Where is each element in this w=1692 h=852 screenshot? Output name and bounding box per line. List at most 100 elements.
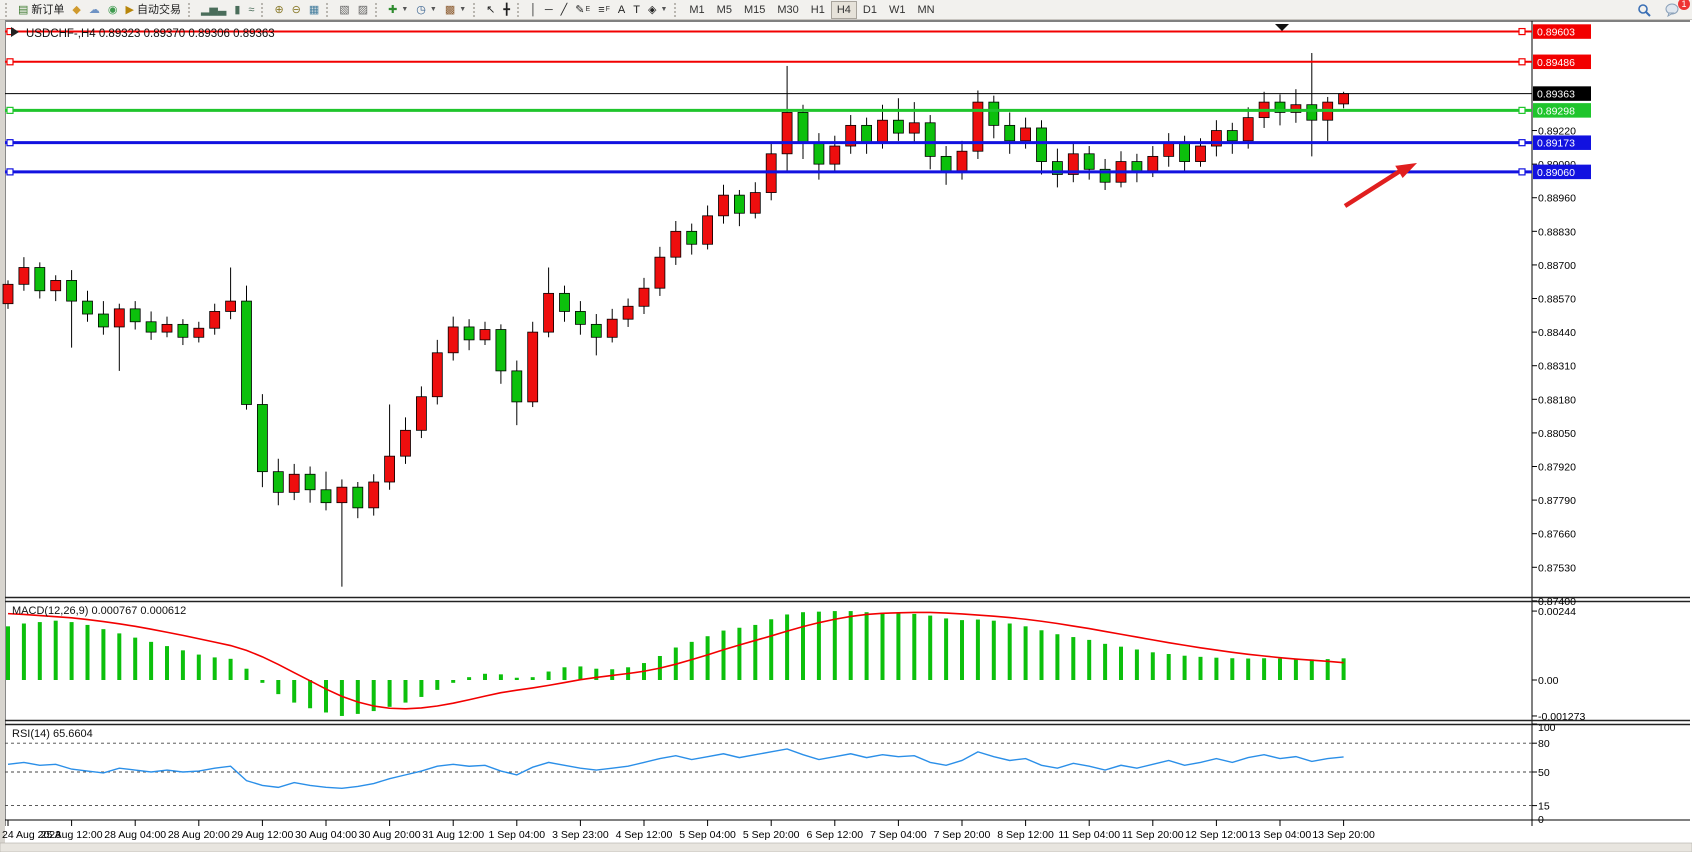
line-handle[interactable]	[7, 140, 13, 146]
macd-histogram-bar	[483, 674, 487, 680]
chat-button[interactable]: 1	[1661, 1, 1684, 19]
autotrade-button[interactable]: ▶自动交易	[121, 1, 184, 19]
chart-window[interactable]: 0.892200.890900.889600.888300.887000.885…	[0, 20, 1692, 852]
line-handle[interactable]	[1519, 107, 1525, 113]
new-order-icon: ▤	[18, 2, 28, 18]
macd-histogram-bar	[70, 622, 74, 680]
macd-histogram-bar	[801, 612, 805, 680]
macd-histogram-bar	[1262, 658, 1266, 680]
candle-body	[194, 328, 204, 337]
toolbar-grip[interactable]	[261, 3, 267, 17]
timeframe-button-h4[interactable]: H4	[831, 1, 857, 19]
timeframe-button-w1[interactable]: W1	[883, 1, 912, 19]
equidistant-channel-button[interactable]: ✎E	[571, 1, 594, 19]
macd-histogram-bar	[451, 680, 455, 683]
market-watch-button[interactable]: ◆	[68, 1, 84, 19]
zoom-out-button[interactable]: ⊖	[288, 1, 305, 19]
timeframe-button-mn[interactable]: MN	[911, 1, 940, 19]
candle-body	[719, 195, 729, 216]
template-button[interactable]: ▩▼	[441, 1, 470, 19]
line-chart-button[interactable]: ≈	[244, 1, 258, 19]
macd-histogram-bar	[690, 642, 694, 680]
time-scale[interactable]	[5, 820, 1532, 844]
toolbar-grip[interactable]	[375, 3, 381, 17]
macd-histogram-bar	[38, 622, 42, 680]
toolbar-grip[interactable]	[517, 3, 523, 17]
indicator-window-button[interactable]: ▧	[335, 1, 353, 19]
timeframe-button-h1[interactable]: H1	[805, 1, 831, 19]
candle-body	[257, 404, 267, 471]
candle-body	[1132, 162, 1142, 172]
toolbar-grip[interactable]	[326, 3, 332, 17]
candle-body	[655, 257, 665, 288]
timeframe-button-m5[interactable]: M5	[711, 1, 738, 19]
tile-windows-button[interactable]: ▦	[305, 1, 323, 19]
candle-body	[130, 309, 140, 322]
candle-body	[639, 288, 649, 306]
tile-windows-icon: ▦	[309, 2, 319, 18]
macd-histogram-bar	[1230, 658, 1234, 680]
trendline-icon: ╱	[561, 2, 568, 18]
zoom-in-button[interactable]: ⊕	[270, 1, 287, 19]
macd-histogram-bar	[6, 626, 10, 680]
candle-body	[782, 112, 792, 153]
toolbar-grip[interactable]	[188, 3, 194, 17]
cursor-button[interactable]: ↖	[482, 1, 499, 19]
signals-button[interactable]: ◉	[104, 1, 122, 19]
toolbar-grip[interactable]	[5, 3, 11, 17]
line-handle[interactable]	[7, 107, 13, 113]
trendline-button[interactable]: ╱	[557, 1, 572, 19]
timeframe-button-m30[interactable]: M30	[771, 1, 804, 19]
line-handle[interactable]	[1519, 29, 1525, 35]
macd-histogram-bar	[165, 646, 169, 680]
search-button[interactable]	[1633, 1, 1655, 19]
macd-histogram-bar	[22, 624, 26, 680]
macd-histogram-bar	[1087, 640, 1091, 680]
line-handle[interactable]	[1519, 59, 1525, 65]
fibonacci-button[interactable]: ≡F	[594, 1, 614, 19]
line-handle[interactable]	[7, 169, 13, 175]
macd-histogram-bar	[1119, 647, 1123, 680]
line-handle[interactable]	[7, 59, 13, 65]
line-handle[interactable]	[1519, 140, 1525, 146]
timeframe-button-m1[interactable]: M1	[683, 1, 710, 19]
new-order-button[interactable]: ▤新订单	[14, 1, 68, 19]
timeframe-button-m15[interactable]: M15	[738, 1, 771, 19]
line-chart-icon: ≈	[248, 2, 254, 18]
indicator-window-2-icon: ▨	[358, 2, 368, 18]
candle-body	[1021, 128, 1031, 141]
indicator-window-icon: ▧	[339, 2, 349, 18]
toolbar-grip[interactable]	[473, 3, 479, 17]
macd-histogram-bar	[737, 628, 741, 680]
macd-histogram-bar	[1167, 654, 1171, 680]
vertical-line-button[interactable]: │	[526, 1, 541, 19]
market-watch-icon: ◆	[72, 2, 80, 18]
candle-body	[909, 123, 919, 133]
line-handle[interactable]	[1519, 169, 1525, 175]
macd-histogram-bar	[1135, 649, 1139, 680]
mql5-cloud-button[interactable]: ☁	[85, 1, 104, 19]
candle-body	[925, 123, 935, 157]
bar-chart-button[interactable]: ▂▅▃	[197, 1, 230, 19]
macd-histogram-bar	[86, 625, 90, 680]
macd-histogram-bar	[101, 629, 105, 680]
text-icon: A	[618, 2, 625, 18]
timeframe-button-d1[interactable]: D1	[857, 1, 883, 19]
arrows-button[interactable]: ◈▼	[644, 1, 671, 19]
text-button[interactable]: A	[614, 1, 629, 19]
toolbar-grip[interactable]	[674, 3, 680, 17]
indicator-window-2-button[interactable]: ▨	[354, 1, 372, 19]
candle-body	[734, 195, 744, 213]
crosshair-button[interactable]: ╋	[499, 1, 514, 19]
zoom-out-icon: ⊖	[292, 2, 301, 18]
add-indicator-icon: ✚	[388, 2, 397, 18]
add-indicator-button[interactable]: ✚▼	[384, 1, 412, 19]
candle-body	[623, 306, 633, 319]
candlestick-chart-button[interactable]: ▮	[230, 1, 244, 19]
periods-button[interactable]: ◷▼	[412, 1, 441, 19]
price-scale[interactable]	[1532, 20, 1692, 826]
horizontal-line-button[interactable]: ─	[541, 1, 557, 19]
macd-histogram-bar	[1199, 657, 1203, 680]
text-label-button[interactable]: T	[629, 1, 644, 19]
macd-histogram-bar	[531, 677, 535, 680]
